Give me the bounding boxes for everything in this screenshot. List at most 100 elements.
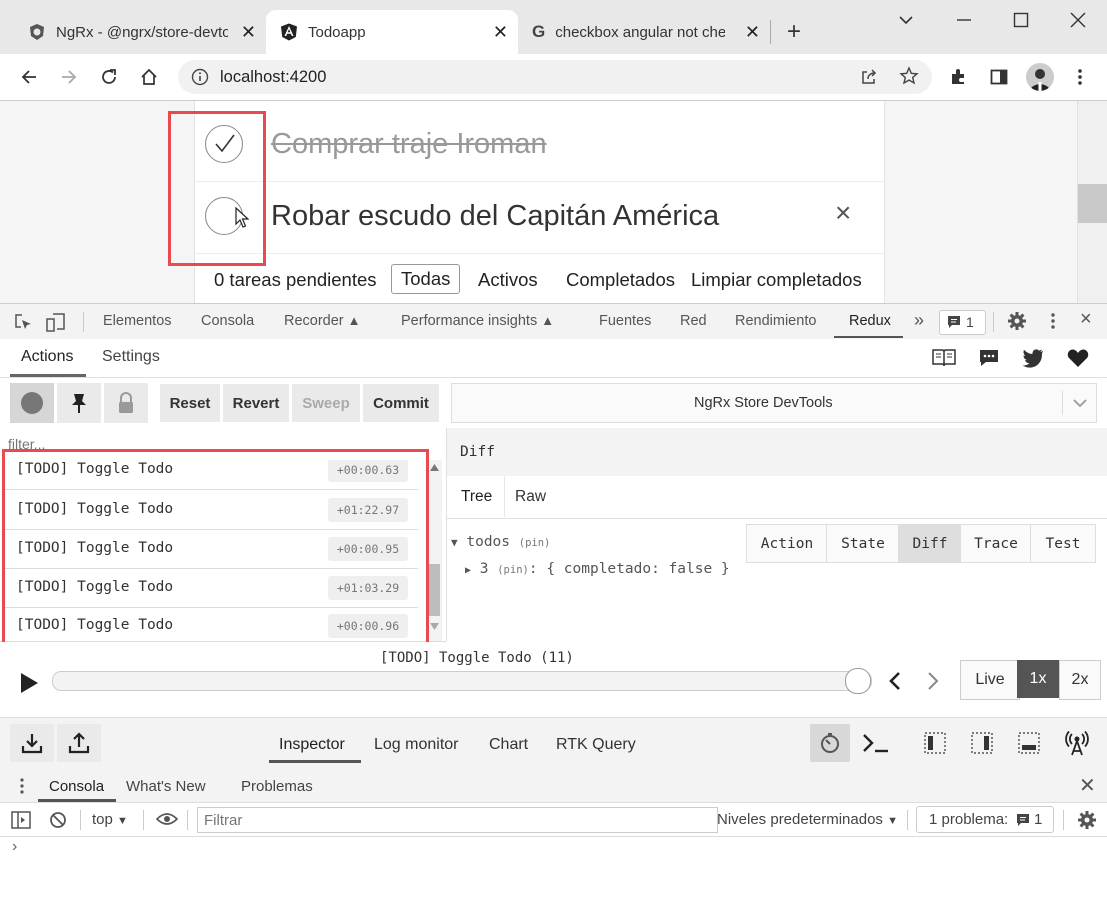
drawer-menu-icon[interactable] xyxy=(14,777,30,795)
devtools-tab-redux[interactable]: Redux xyxy=(849,313,891,329)
remote-broadcast-icon[interactable] xyxy=(1064,730,1090,756)
devtools-tab-network[interactable]: Red xyxy=(680,313,707,329)
devtools-menu-icon[interactable] xyxy=(1043,311,1063,331)
layout-right-icon[interactable] xyxy=(970,731,994,755)
slider-monitor-icon[interactable] xyxy=(923,731,947,755)
docs-book-icon[interactable] xyxy=(932,348,956,368)
console-prompt[interactable]: › xyxy=(12,838,17,856)
issues-button[interactable]: 1 problema: 1 xyxy=(916,806,1054,833)
feedback-chat-icon[interactable] xyxy=(978,348,1000,368)
profile-avatar[interactable] xyxy=(1026,63,1054,91)
previous-action-icon[interactable] xyxy=(885,670,905,692)
view-diff-button[interactable]: Diff xyxy=(898,524,962,563)
device-toolbar-icon[interactable] xyxy=(45,312,67,332)
tree-node-todos[interactable]: ▼ todos (pin) xyxy=(451,534,550,550)
monitor-tab-log[interactable]: Log monitor xyxy=(374,736,459,754)
revert-button[interactable]: Revert xyxy=(223,384,289,422)
browser-tab-ngrx[interactable]: NgRx - @ngrx/store-devtools ✕ xyxy=(16,10,266,54)
devtools-tab-elements[interactable]: Elementos xyxy=(103,313,172,329)
live-expression-eye-icon[interactable] xyxy=(156,811,178,827)
twitter-icon[interactable] xyxy=(1022,348,1044,368)
clear-completed-button[interactable]: Limpiar completados xyxy=(691,269,862,291)
delete-todo-button[interactable]: × xyxy=(835,197,851,229)
home-icon[interactable] xyxy=(139,67,159,87)
drawer-tab-whats-new[interactable]: What's New xyxy=(126,778,206,795)
sweep-button[interactable]: Sweep xyxy=(292,384,360,422)
settings-gear-icon[interactable] xyxy=(1007,311,1027,331)
filter-completed-button[interactable]: Completados xyxy=(566,269,675,291)
view-test-button[interactable]: Test xyxy=(1030,524,1096,563)
subtab-actions[interactable]: Actions xyxy=(21,348,73,366)
tree-pin[interactable]: (pin) xyxy=(497,564,529,576)
share-icon[interactable] xyxy=(859,67,879,87)
page-scrollbar[interactable] xyxy=(1077,101,1107,303)
live-button[interactable]: Live xyxy=(960,660,1020,700)
tree-pin[interactable]: (pin) xyxy=(519,537,551,549)
monitor-tab-inspector[interactable]: Inspector xyxy=(279,736,345,754)
view-state-button[interactable]: State xyxy=(826,524,900,563)
monitor-tab-rtk-query[interactable]: RTK Query xyxy=(556,736,636,754)
page-scrollbar-thumb[interactable] xyxy=(1078,184,1107,223)
close-tab-icon[interactable]: ✕ xyxy=(745,22,760,43)
browser-tab-todoapp[interactable]: Todoapp ✕ xyxy=(266,10,518,54)
sponsor-heart-icon[interactable] xyxy=(1067,348,1089,368)
terminal-icon[interactable] xyxy=(862,732,890,754)
filter-active-button[interactable]: Activos xyxy=(478,269,538,291)
lock-changes-button[interactable] xyxy=(104,383,148,423)
clear-console-icon[interactable] xyxy=(48,810,68,830)
devtools-tab-recorder[interactable]: Recorder ▲ xyxy=(284,313,361,329)
speed-2x-button[interactable]: 2x xyxy=(1059,660,1101,700)
close-tab-icon[interactable]: ✕ xyxy=(241,22,256,43)
view-trace-button[interactable]: Trace xyxy=(960,524,1032,563)
instance-selector[interactable]: NgRx Store DevTools xyxy=(451,383,1097,423)
subtab-settings[interactable]: Settings xyxy=(102,348,160,366)
reset-button[interactable]: Reset xyxy=(160,384,220,422)
address-bar[interactable]: localhost:4200 xyxy=(178,60,932,94)
todo-text[interactable]: Comprar traje Iroman xyxy=(271,128,547,161)
close-drawer-button[interactable]: ✕ xyxy=(1079,773,1096,798)
reload-icon[interactable] xyxy=(99,67,119,87)
persist-pin-button[interactable] xyxy=(57,383,101,423)
format-tab-tree[interactable]: Tree xyxy=(447,476,505,517)
commit-button[interactable]: Commit xyxy=(363,384,439,422)
minimize-icon[interactable] xyxy=(954,10,974,30)
filter-all-button[interactable]: Todas xyxy=(391,264,461,294)
export-button[interactable] xyxy=(57,724,101,762)
console-filter-input[interactable] xyxy=(197,807,718,833)
tab-search-icon[interactable] xyxy=(896,10,916,30)
play-icon[interactable] xyxy=(19,672,39,694)
sidebar-toggle-icon[interactable] xyxy=(11,811,31,829)
back-icon[interactable] xyxy=(19,67,39,87)
inspect-element-icon[interactable] xyxy=(13,312,33,332)
speed-1x-button[interactable]: 1x xyxy=(1017,660,1059,698)
drawer-tab-console[interactable]: Consola xyxy=(49,778,104,795)
scrollbar-thumb[interactable] xyxy=(428,564,440,616)
console-settings-gear-icon[interactable] xyxy=(1077,810,1097,830)
devtools-tab-sources[interactable]: Fuentes xyxy=(599,313,651,329)
more-tabs-button[interactable]: » xyxy=(914,310,924,331)
drawer-tab-issues[interactable]: Problemas xyxy=(241,778,313,795)
next-action-icon[interactable] xyxy=(923,670,943,692)
scroll-down-icon[interactable] xyxy=(430,623,439,630)
side-panel-icon[interactable] xyxy=(989,67,1009,87)
maximize-icon[interactable] xyxy=(1011,10,1031,30)
monitor-tab-chart[interactable]: Chart xyxy=(489,736,528,754)
tree-node-3[interactable]: ▶ 3 (pin): { completado: false } xyxy=(465,561,730,577)
forward-icon[interactable] xyxy=(59,67,79,87)
time-slider-thumb[interactable] xyxy=(845,668,871,694)
browser-tab-google[interactable]: G checkbox angular not checked ✕ xyxy=(518,10,770,54)
close-devtools-button[interactable]: × xyxy=(1080,308,1092,331)
layout-bottom-icon[interactable] xyxy=(1017,731,1041,755)
browser-menu-icon[interactable] xyxy=(1070,67,1090,87)
scroll-up-icon[interactable] xyxy=(430,464,439,471)
extensions-icon[interactable] xyxy=(948,67,968,87)
todo-text[interactable]: Robar escudo del Capitán América xyxy=(271,200,719,233)
bookmark-star-icon[interactable] xyxy=(899,66,919,86)
format-tab-raw[interactable]: Raw xyxy=(515,488,546,506)
devtools-tab-console[interactable]: Consola xyxy=(201,313,254,329)
close-tab-icon[interactable]: ✕ xyxy=(493,22,508,43)
context-selector[interactable]: top ▼ xyxy=(92,811,128,828)
import-button[interactable] xyxy=(10,724,54,762)
devtools-tab-performance-insights[interactable]: Performance insights ▲ xyxy=(401,313,554,329)
dispatcher-timer-button[interactable] xyxy=(810,724,850,762)
